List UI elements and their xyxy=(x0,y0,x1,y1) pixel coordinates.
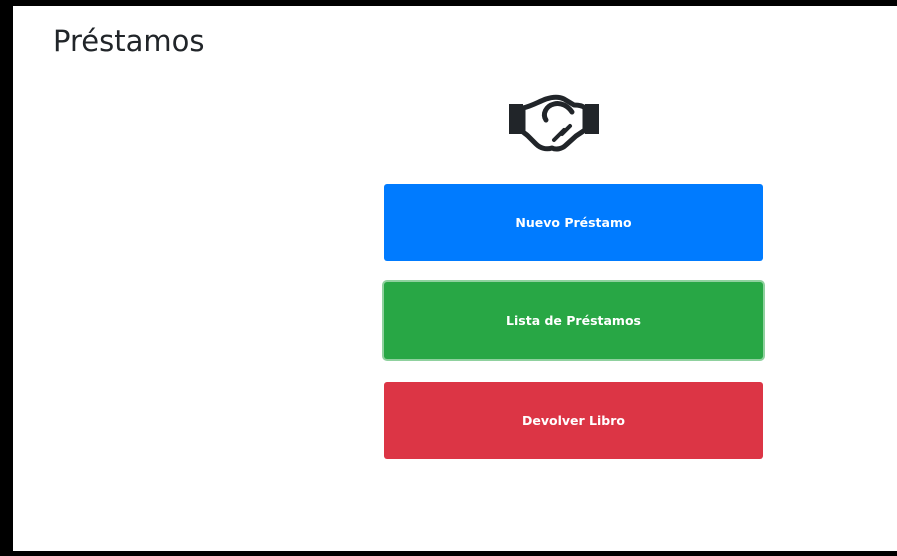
handshake-icon xyxy=(509,94,599,152)
loan-list-button[interactable]: Lista de Préstamos xyxy=(384,282,763,359)
app-frame: Préstamos Nuevo Préstamo Lista de Présta… xyxy=(0,0,897,556)
page-title: Préstamos xyxy=(53,24,205,58)
return-book-button[interactable]: Devolver Libro xyxy=(384,382,763,459)
new-loan-button[interactable]: Nuevo Préstamo xyxy=(384,184,763,261)
